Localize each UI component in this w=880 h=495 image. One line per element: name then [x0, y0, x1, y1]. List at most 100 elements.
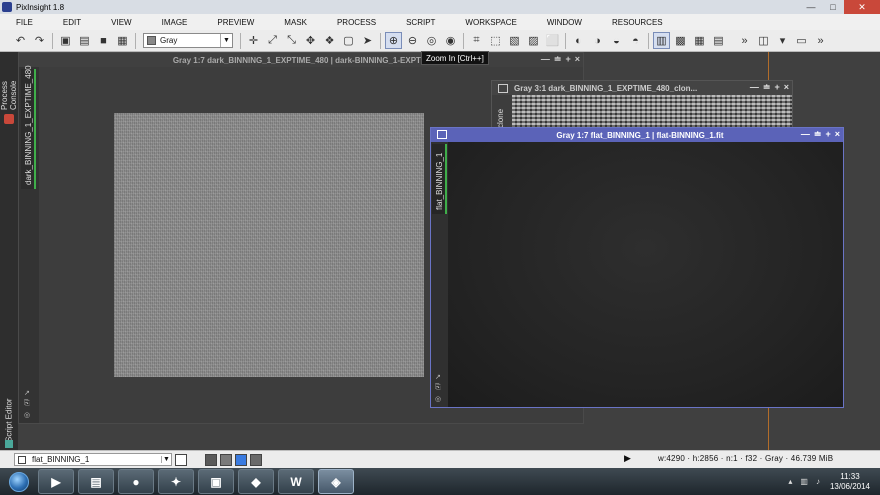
menu-edit[interactable]: EDIT	[47, 18, 95, 27]
mask-icon[interactable]: ◐	[570, 32, 587, 49]
menu-resources[interactable]: RESOURCES	[596, 18, 677, 27]
colorspace-select[interactable]: Gray ▼	[143, 33, 233, 48]
menu-script[interactable]: SCRIPT	[390, 18, 449, 27]
image-window-flat[interactable]: Gray 1:7 flat_BINNING_1 | flat-BINNING_1…	[430, 127, 844, 408]
cursor-icon[interactable]: ➤	[359, 32, 376, 49]
undo-icon[interactable]: ↶	[12, 32, 29, 49]
window-maximize-button[interactable]: +	[565, 54, 570, 65]
view-tab-label[interactable]: clone	[496, 96, 505, 128]
taskbar-app-pixinsight[interactable]: ◈	[318, 469, 354, 494]
monitor-icon[interactable]: ▭	[793, 32, 810, 49]
blue-channel-icon[interactable]	[235, 453, 247, 466]
window-shade-button[interactable]: ≐	[814, 129, 822, 140]
link-icon[interactable]: ⎘	[24, 400, 30, 408]
edit-preview-icon[interactable]: ▧	[506, 32, 523, 49]
window-minimize-button[interactable]: —	[801, 129, 810, 140]
window-maximize-button[interactable]: +	[825, 129, 830, 140]
window-shade-button[interactable]: ≐	[554, 54, 562, 65]
menu-view[interactable]: VIEW	[95, 18, 145, 27]
fit-view-icon[interactable]: ⤢	[264, 32, 281, 49]
start-button[interactable]	[4, 469, 34, 494]
menu-workspace[interactable]: WORKSPACE	[449, 18, 530, 27]
dynamic-crop-icon[interactable]: ▨	[525, 32, 542, 49]
window-maximize-button[interactable]: +	[774, 82, 779, 93]
redo-icon[interactable]: ↷	[31, 32, 48, 49]
view-tab[interactable]: dark_BINNING_1_EXPTIME_480	[21, 65, 36, 189]
readout-icon[interactable]: ⌗	[468, 32, 485, 49]
preview-icon[interactable]: ▢	[340, 32, 357, 49]
menu-window[interactable]: WINDOW	[531, 18, 596, 27]
taskbar-app-explorer[interactable]: ▤	[78, 469, 114, 494]
identifier-icon[interactable]: ◎	[435, 395, 441, 403]
zoom-out-icon[interactable]: ⊖	[404, 32, 421, 49]
menu-process[interactable]: PROCESS	[321, 18, 390, 27]
clock[interactable]: 11:33 13/06/2014	[830, 472, 870, 492]
mask-mode-icon[interactable]: ↗	[435, 373, 441, 381]
window-close-button[interactable]: ×	[784, 82, 789, 93]
close-button[interactable]: ✕	[844, 0, 880, 14]
script-editor-tab[interactable]: Script Editor	[1, 394, 17, 446]
dark-frame-image[interactable]	[114, 113, 424, 377]
channel-icon[interactable]	[220, 453, 232, 466]
stf-linked-icon[interactable]: ▤	[710, 32, 727, 49]
taskbar-app-gallery[interactable]: ◆	[238, 469, 274, 494]
image-window-clone[interactable]: Gray 3:1 dark_BINNING_1_EXPTIME_480_clon…	[491, 80, 793, 130]
crop-icon[interactable]: ⬜	[544, 32, 561, 49]
more-tools-icon[interactable]: »	[736, 32, 753, 49]
window-close-button[interactable]: ×	[575, 54, 580, 65]
link-icon[interactable]: ⎘	[435, 384, 441, 392]
taskbar-app-chrome[interactable]: ●	[118, 469, 154, 494]
tray-arrow-icon[interactable]: ▴	[788, 477, 792, 486]
window-minimize-button[interactable]: —	[750, 82, 759, 93]
window-shade-button[interactable]: ≐	[763, 82, 771, 93]
volume-icon[interactable]: ♪	[816, 477, 820, 486]
window-title-bar[interactable]: Gray 1:7 dark_BINNING_1_EXPTIME_480 | da…	[19, 53, 583, 67]
mask-mode-icon[interactable]: ↗	[24, 389, 30, 397]
flat-frame-image[interactable]	[448, 142, 843, 407]
window-close-button[interactable]: ×	[835, 129, 840, 140]
menu-preview[interactable]: PREVIEW	[201, 18, 268, 27]
play-icon[interactable]: ▶	[624, 453, 631, 464]
zoom-in-icon[interactable]: ⊕	[385, 32, 402, 49]
view-options-icon[interactable]	[175, 453, 187, 466]
view-select[interactable]: flat_BINNING_1 ▼	[14, 453, 172, 466]
stf-icon[interactable]: ▥	[653, 32, 670, 49]
mask-invert-icon[interactable]: ◓	[627, 32, 644, 49]
new-preview-icon[interactable]: ⬚	[487, 32, 504, 49]
taskbar-app-media[interactable]: ▶	[38, 469, 74, 494]
dropdown-icon[interactable]: ▾	[774, 32, 791, 49]
new-image-icon[interactable]: ▣	[57, 32, 74, 49]
alpha-channel-icon[interactable]	[250, 453, 262, 466]
minimize-button[interactable]: —	[800, 0, 822, 14]
clone-image[interactable]	[512, 95, 792, 129]
pan-icon[interactable]: ✥	[302, 32, 319, 49]
window-title-bar[interactable]: Gray 3:1 dark_BINNING_1_EXPTIME_480_clon…	[492, 81, 792, 95]
window-title-bar[interactable]: Gray 1:7 flat_BINNING_1 | flat-BINNING_1…	[431, 128, 843, 142]
crosshair-icon[interactable]: ✛	[245, 32, 262, 49]
more-tools-icon[interactable]: »	[812, 32, 829, 49]
mask-show-icon[interactable]: ◒	[608, 32, 625, 49]
copy-icon[interactable]: ▦	[114, 32, 131, 49]
taskbar-app-capture[interactable]: ▣	[198, 469, 234, 494]
taskbar-app-ds9[interactable]: ✦	[158, 469, 194, 494]
mask-enable-icon[interactable]: ◑	[589, 32, 606, 49]
zoom-1-1-icon[interactable]: ◎	[423, 32, 440, 49]
view-tab[interactable]: flat_BINNING_1	[432, 144, 447, 214]
network-icon[interactable]: ▥	[800, 477, 808, 486]
gray-channel-icon[interactable]	[205, 453, 217, 466]
save-icon[interactable]: ■	[95, 32, 112, 49]
process-console-tab[interactable]: Process Console	[0, 54, 18, 110]
open-icon[interactable]: ▤	[76, 32, 93, 49]
zoom-fit-icon[interactable]: ◉	[442, 32, 459, 49]
menu-image[interactable]: IMAGE	[146, 18, 202, 27]
taskbar-app-word[interactable]: W	[278, 469, 314, 494]
identifier-icon[interactable]: ◎	[24, 411, 30, 419]
zoom-to-fit-icon[interactable]: ⤡	[283, 32, 300, 49]
maximize-button[interactable]: □	[822, 0, 844, 14]
move-icon[interactable]: ❖	[321, 32, 338, 49]
menu-file[interactable]: FILE	[0, 18, 47, 27]
layout-icon[interactable]: ◫	[755, 32, 772, 49]
window-minimize-button[interactable]: —	[541, 54, 550, 65]
menu-mask[interactable]: MASK	[268, 18, 321, 27]
stf-auto-icon[interactable]: ▩	[672, 32, 689, 49]
